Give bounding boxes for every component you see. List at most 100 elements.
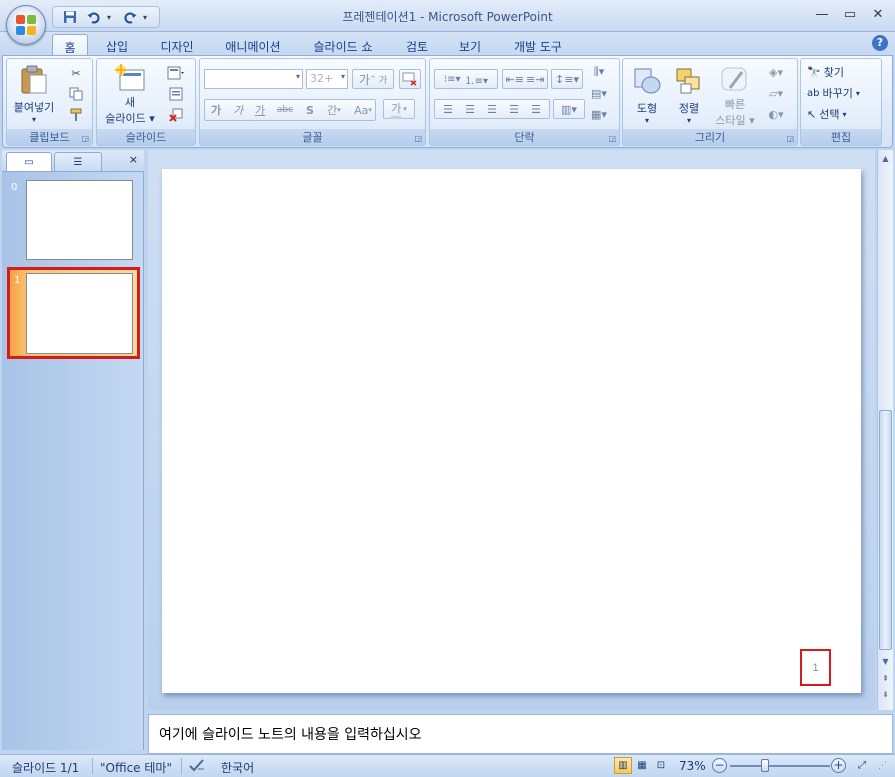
notes-pane[interactable]: 여기에 슬라이드 노트의 내용을 입력하십시오 xyxy=(148,714,893,754)
vertical-scrollbar[interactable]: ▲ ▼ ⇞ ⇟ xyxy=(877,150,893,710)
spell-check-icon[interactable] xyxy=(188,757,206,776)
zoom-out-icon[interactable]: − xyxy=(712,758,727,773)
align-left-icon[interactable]: ☰ xyxy=(437,103,459,116)
tab-home[interactable]: 홈 xyxy=(52,34,88,56)
shapes-button[interactable]: 도형 ▾ xyxy=(627,61,667,129)
previous-slide-icon[interactable]: ⇞ xyxy=(878,671,893,686)
shapes-label: 도형 xyxy=(636,101,658,115)
clear-formatting-icon[interactable] xyxy=(399,69,421,89)
character-spacing-button[interactable]: 간 ▾ xyxy=(321,100,347,120)
office-button[interactable] xyxy=(6,5,46,45)
slide-sorter-view-icon[interactable]: ▦ xyxy=(633,757,651,774)
change-case-button[interactable]: Aa ▾ xyxy=(350,100,376,120)
font-size-dropdown[interactable]: 32+ ▾ xyxy=(306,69,348,89)
text-direction-icon[interactable]: ⫼▾ xyxy=(588,62,610,82)
paste-button[interactable]: 붙여넣기 ▾ xyxy=(11,61,57,127)
distribute-icon[interactable]: ☰ xyxy=(525,103,547,116)
font-color-button[interactable]: 가 ▾ xyxy=(383,99,415,119)
thumbnail-image xyxy=(26,180,133,260)
shape-outline-icon[interactable]: ▱▾ xyxy=(761,83,791,103)
thumbnail-item[interactable]: 0 xyxy=(2,175,142,265)
tab-design[interactable]: 디자인 xyxy=(152,34,202,56)
slide-count-status: 슬라이드 1/1 xyxy=(12,761,80,775)
outline-tab[interactable]: ☰ xyxy=(54,152,102,171)
zoom-slider-knob[interactable] xyxy=(761,759,769,772)
clipboard-launcher-icon[interactable]: ◲ xyxy=(81,134,89,143)
resize-grip-icon[interactable]: ⋰ xyxy=(878,761,887,771)
zoom-in-icon[interactable]: + xyxy=(831,758,846,773)
columns-icon[interactable]: ▥▾ xyxy=(553,99,585,119)
minimize-button[interactable]: — xyxy=(809,4,835,24)
tab-animations[interactable]: 애니메이션 xyxy=(218,34,288,56)
tab-view[interactable]: 보기 xyxy=(451,34,489,56)
select-button[interactable]: ↖ 선택 ▾ xyxy=(807,105,877,123)
decrease-indent-icon[interactable]: ⇤≡ xyxy=(506,73,524,86)
paste-dropdown-icon[interactable]: ▾ xyxy=(32,115,36,124)
delete-slide-icon[interactable] xyxy=(165,105,187,125)
theme-status[interactable]: "Office 테마" xyxy=(100,759,172,776)
quick-styles-button[interactable]: 빠른 스타일 ▾ xyxy=(713,61,757,131)
increase-indent-icon[interactable]: ≡⇥ xyxy=(526,73,544,86)
close-button[interactable]: ✕ xyxy=(865,4,891,24)
layout-icon[interactable] xyxy=(165,63,187,83)
next-slide-icon[interactable]: ⇟ xyxy=(878,687,893,702)
thumbnail-item-selected[interactable]: 1 xyxy=(7,267,140,359)
justify-icon[interactable]: ☰ xyxy=(503,103,525,116)
align-right-icon[interactable]: ☰ xyxy=(481,103,503,116)
language-status[interactable]: 한국어 xyxy=(221,759,254,776)
shadow-button[interactable]: S xyxy=(299,100,321,120)
slides-tab[interactable]: ▭ xyxy=(6,152,52,171)
shape-effects-icon[interactable]: ◐▾ xyxy=(761,104,791,124)
reset-slide-icon[interactable] xyxy=(165,84,187,104)
grow-font-icon[interactable]: 가 xyxy=(359,71,370,88)
undo-dropdown-icon[interactable]: ▾ xyxy=(107,13,117,22)
undo-icon[interactable] xyxy=(83,8,105,26)
zoom-slider-track[interactable] xyxy=(730,765,830,767)
new-slide-button[interactable]: 새 슬라이드 ▾ xyxy=(99,61,161,129)
help-icon[interactable]: ? xyxy=(872,35,888,51)
tab-slideshow[interactable]: 슬라이드 쇼 xyxy=(305,34,381,56)
replace-button[interactable]: ab 바꾸기 ▾ xyxy=(807,84,879,102)
save-icon[interactable] xyxy=(59,8,81,26)
tab-insert[interactable]: 삽입 xyxy=(98,34,136,56)
slide-show-view-icon[interactable]: ⊡ xyxy=(652,757,670,774)
scroll-thumb[interactable] xyxy=(879,410,892,650)
ribbon-tab-row: 홈 삽입 디자인 애니메이션 슬라이드 쇼 검토 보기 개발 도구 xyxy=(0,32,895,56)
find-label: 찾기 xyxy=(823,66,844,79)
redo-icon[interactable] xyxy=(119,8,141,26)
format-painter-icon[interactable] xyxy=(65,105,87,125)
italic-button[interactable]: 가 xyxy=(227,100,249,120)
normal-view-icon[interactable]: ▥ xyxy=(614,757,632,774)
customize-qat-icon[interactable]: ▾ xyxy=(143,13,153,22)
close-pane-icon[interactable]: × xyxy=(129,153,138,166)
smartart-convert-icon[interactable]: ▦▾ xyxy=(588,104,610,124)
scroll-down-icon[interactable]: ▼ xyxy=(878,654,893,669)
font-launcher-icon[interactable]: ◲ xyxy=(414,134,422,143)
strikethrough-button[interactable]: abc xyxy=(272,100,298,120)
cut-icon[interactable]: ✂ xyxy=(65,63,87,83)
slide-number-placeholder[interactable]: 1 xyxy=(800,649,831,686)
tab-review[interactable]: 검토 xyxy=(398,34,436,56)
copy-icon[interactable] xyxy=(65,84,87,104)
drawing-launcher-icon[interactable]: ◲ xyxy=(786,134,794,143)
line-spacing-icon[interactable]: ↕≡▾ xyxy=(551,69,583,89)
slide-canvas[interactable]: 1 xyxy=(162,169,861,693)
bold-button[interactable]: 가 xyxy=(205,100,227,120)
align-text-icon[interactable]: ▤▾ xyxy=(588,83,610,103)
bullets-icon[interactable]: ⁝≡▾ xyxy=(444,74,461,85)
zoom-level[interactable]: 73% xyxy=(679,759,706,773)
maximize-button[interactable]: ▭ xyxy=(837,4,863,24)
shrink-font-icon[interactable]: 가 xyxy=(379,73,387,86)
paragraph-launcher-icon[interactable]: ◲ xyxy=(608,134,616,143)
align-center-icon[interactable]: ☰ xyxy=(459,103,481,116)
find-button[interactable]: 🔭 찾기 xyxy=(807,63,877,81)
tab-developer[interactable]: 개발 도구 xyxy=(505,34,571,56)
underline-button[interactable]: 가 xyxy=(249,100,271,120)
font-name-dropdown[interactable]: ▾ xyxy=(204,69,303,89)
numbering-icon[interactable]: ⒈≡▾ xyxy=(465,72,488,87)
shape-fill-icon[interactable]: ◈▾ xyxy=(761,62,791,82)
font-grow-shrink-buttons[interactable]: 가 ^ 가 xyxy=(352,69,394,89)
scroll-up-icon[interactable]: ▲ xyxy=(878,151,893,166)
fit-to-window-icon[interactable]: ⤢ xyxy=(853,757,871,774)
arrange-button[interactable]: 정렬 ▾ xyxy=(669,61,709,129)
